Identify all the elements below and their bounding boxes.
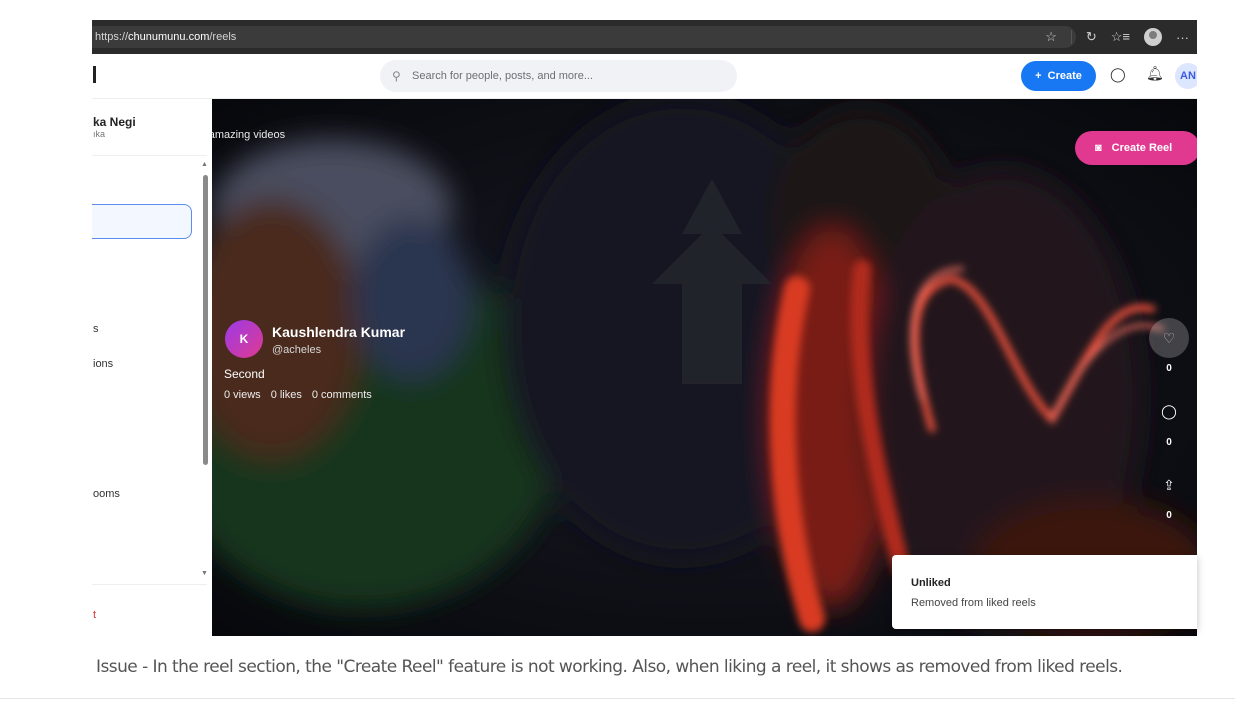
search-icon: ⚲: [392, 69, 401, 83]
sidebar-item-2[interactable]: ions: [93, 358, 113, 370]
url-prefix: https://: [95, 31, 129, 43]
divider: [0, 698, 1235, 699]
reel-comments: 0 comments: [311, 389, 372, 401]
sidebar-item-logout[interactable]: t: [93, 609, 96, 621]
screenshot-frame: https://chunumunu.com/reels ☆ ↻ ☆≡ ··· ⚲…: [92, 20, 1197, 636]
issue-caption: Issue - In the reel section, the "Create…: [96, 657, 1123, 677]
reels-subtitle: r amazing videos: [212, 129, 286, 141]
favorite-star-icon[interactable]: ☆: [1045, 29, 1057, 45]
scroll-down-icon[interactable]: ▼: [201, 570, 208, 577]
sidebar-user-handle: ıka: [93, 129, 106, 139]
toast-title: Unliked: [911, 577, 951, 589]
camera-icon: ◙: [1095, 142, 1102, 154]
browser-toolbar: https://chunumunu.com/reels ☆ ↻ ☆≡ ···: [92, 20, 1197, 54]
sidebar-item-3[interactable]: ooms: [93, 488, 120, 500]
reel-stats: 0 views 0 likes 0 comments: [224, 389, 372, 401]
create-reel-button[interactable]: ◙ Create Reel: [1075, 131, 1197, 165]
share-icon[interactable]: ⇪: [1149, 465, 1189, 505]
browser-profile-icon[interactable]: [1144, 28, 1162, 46]
create-button[interactable]: + Create: [1021, 61, 1096, 91]
sidebar-item-active[interactable]: [92, 204, 192, 239]
scrollbar-thumb[interactable]: [203, 175, 208, 465]
create-reel-label: Create Reel: [1111, 142, 1173, 154]
messages-icon[interactable]: ◯: [1110, 66, 1126, 83]
comment-count: 0: [1166, 437, 1172, 448]
browser-icons: ☆ ↻ ☆≡ ···: [1045, 26, 1189, 48]
address-bar[interactable]: https://chunumunu.com/reels: [92, 26, 1076, 48]
reel-author-name[interactable]: Kaushlendra Kumar: [272, 324, 405, 340]
sidebar-user-name[interactable]: ka Negi: [93, 115, 136, 129]
browser-menu-icon[interactable]: ···: [1176, 30, 1189, 45]
sidebar-divider: [92, 155, 207, 156]
reel-likes: 0 likes: [270, 389, 302, 401]
scroll-up-icon[interactable]: ▲: [201, 161, 208, 168]
sidebar-divider: [92, 584, 207, 585]
extensions-icon[interactable]: ↻: [1086, 29, 1097, 45]
notifications-icon[interactable]: 🔔︎: [1146, 65, 1164, 82]
url-path: /reels: [209, 31, 237, 43]
like-button[interactable]: ♡: [1149, 318, 1189, 358]
toolbar-divider: [1070, 30, 1072, 44]
logo[interactable]: [93, 66, 96, 83]
toast-message: Removed from liked reels: [911, 597, 1036, 609]
like-count: 0: [1166, 363, 1172, 374]
share-count: 0: [1166, 510, 1172, 521]
page: https://chunumunu.com/reels ☆ ↻ ☆≡ ··· ⚲…: [0, 0, 1235, 708]
reel-caption: Second: [224, 367, 265, 381]
toast-notification: Unliked Removed from liked reels: [892, 555, 1197, 629]
app-header: ⚲ Search for people, posts, and more... …: [92, 54, 1197, 99]
reel-author-avatar[interactable]: K: [225, 320, 263, 358]
search-placeholder: Search for people, posts, and more...: [412, 70, 593, 82]
sidebar: ka Negi ıka s ions ooms t ▲ ▼: [92, 99, 212, 636]
comment-icon[interactable]: ◯: [1149, 391, 1189, 431]
url-host: chunumunu.com: [128, 31, 210, 43]
create-label: Create: [1047, 70, 1082, 82]
favorites-list-icon[interactable]: ☆≡: [1111, 29, 1130, 45]
search-input[interactable]: ⚲ Search for people, posts, and more...: [380, 60, 737, 92]
reel-views: 0 views: [224, 389, 261, 401]
reel-author-handle: @acheles: [272, 344, 322, 356]
avatar[interactable]: AN: [1175, 63, 1197, 89]
sidebar-item-1[interactable]: s: [93, 323, 99, 335]
